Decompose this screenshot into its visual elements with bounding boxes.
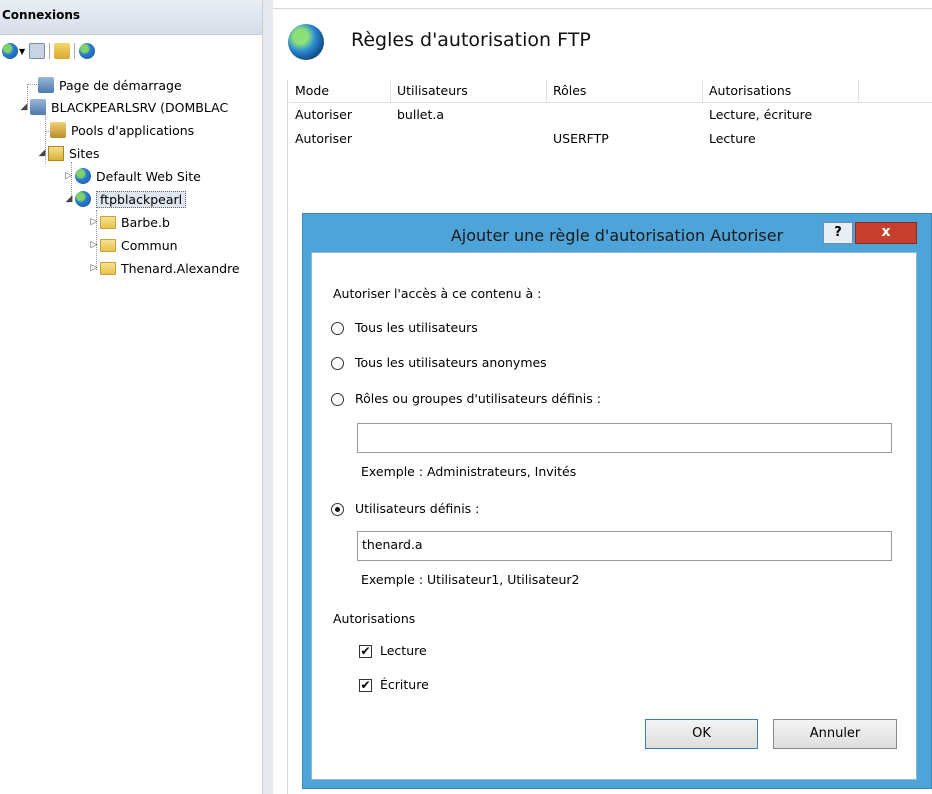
chevron-down-icon[interactable]: ▼	[19, 47, 25, 56]
read-checkbox[interactable]: ✔	[359, 645, 372, 658]
website-globe-icon	[75, 168, 91, 184]
toolbar-separator	[49, 43, 51, 59]
connections-pane: Connexions ▼ Page de démarrage ◢ BLACKPE…	[0, 0, 262, 794]
column-header-mode[interactable]: Mode	[289, 80, 391, 102]
radio-anonymous-users[interactable]	[331, 357, 344, 370]
radio-roles-label[interactable]: Rôles ou groupes d'utilisateurs définis …	[355, 391, 601, 406]
permissions-label: Autorisations	[333, 611, 416, 626]
top-divider	[273, 8, 932, 9]
write-checkbox-label[interactable]: Écriture	[380, 677, 429, 692]
connect-icon[interactable]	[2, 43, 18, 59]
connections-title: Connexions	[2, 8, 81, 22]
tree-item-app-pools[interactable]: Pools d'applications	[50, 119, 194, 141]
tree-item-server[interactable]: ◢ BLACKPEARLSRV (DOMBLAC	[18, 96, 228, 118]
cell-mode: Autoriser	[295, 107, 352, 122]
cell-permissions: Lecture	[709, 131, 756, 146]
cancel-button[interactable]: Annuler	[773, 719, 897, 749]
tree-item-sites[interactable]: ◢ Sites	[36, 142, 100, 164]
cell-roles: USERFTP	[553, 131, 609, 146]
up-folder-icon[interactable]	[54, 43, 71, 59]
toolbar-separator	[74, 43, 76, 59]
read-checkbox-label[interactable]: Lecture	[380, 643, 427, 658]
grid-header: Mode Utilisateurs Rôles Autorisations	[289, 80, 932, 103]
cell-permissions: Lecture, écriture	[709, 107, 813, 122]
tree-item-default-web-site[interactable]: ▷ Default Web Site	[63, 165, 201, 187]
access-label: Autoriser l'accès à ce contenu à :	[333, 286, 542, 301]
users-example: Exemple : Utilisateur1, Utilisateur2	[361, 572, 580, 587]
tree-item-commun[interactable]: ▷ Commun	[88, 234, 178, 256]
folder-icon	[100, 238, 116, 252]
cell-mode: Autoriser	[295, 131, 352, 146]
radio-specified-users[interactable]	[331, 503, 344, 516]
ok-button[interactable]: OK	[645, 719, 758, 749]
page-title: Règles d'autorisation FTP	[351, 29, 591, 51]
connections-header: Connexions	[0, 0, 262, 35]
expand-icon[interactable]: ▷	[88, 217, 100, 227]
folder-icon	[100, 215, 116, 229]
column-header-roles[interactable]: Rôles	[547, 80, 703, 102]
table-row[interactable]: Autoriser bullet.a Lecture, écriture	[289, 104, 932, 125]
table-row[interactable]: Autoriser USERFTP Lecture	[289, 128, 932, 149]
column-header-permissions[interactable]: Autorisations	[703, 80, 859, 102]
radio-specified-users-label[interactable]: Utilisateurs définis :	[355, 501, 479, 516]
radio-all-users-label[interactable]: Tous les utilisateurs	[355, 320, 478, 335]
dialog-body: Autoriser l'accès à ce contenu à : Tous …	[311, 252, 917, 780]
tree-item-start-page[interactable]: Page de démarrage	[26, 74, 182, 96]
connections-toolbar: ▼	[2, 40, 96, 62]
users-input[interactable]: thenard.a	[357, 531, 892, 561]
cell-roles	[547, 104, 553, 125]
expand-icon[interactable]: ▷	[88, 240, 100, 250]
start-page-icon	[38, 77, 54, 93]
folder-icon	[100, 261, 116, 275]
radio-roles[interactable]	[331, 393, 344, 406]
cell-users	[391, 128, 397, 149]
collapse-icon[interactable]: ◢	[18, 102, 30, 112]
add-allow-rule-dialog: Ajouter une règle d'autorisation Autoris…	[302, 213, 932, 789]
cell-users: bullet.a	[397, 107, 445, 122]
close-button[interactable]: x	[855, 222, 917, 244]
tree-item-ftpblackpearl[interactable]: ◢ ftpblackpearl	[63, 188, 187, 210]
tree-item-barbe[interactable]: ▷ Barbe.b	[88, 211, 170, 233]
radio-anonymous-users-label[interactable]: Tous les utilisateurs anonymes	[355, 355, 547, 370]
sites-folder-icon	[48, 145, 64, 161]
ftp-globe-icon	[288, 24, 324, 60]
expand-icon[interactable]: ▷	[88, 263, 100, 273]
server-icon	[30, 99, 46, 115]
grid-border	[287, 80, 288, 794]
collapse-icon[interactable]: ◢	[36, 148, 48, 158]
collapse-icon[interactable]: ◢	[63, 194, 75, 204]
help-button[interactable]: ?	[823, 222, 853, 244]
disconnect-icon[interactable]	[79, 43, 96, 59]
website-globe-icon	[75, 191, 91, 207]
column-header-users[interactable]: Utilisateurs	[391, 80, 547, 102]
roles-example: Exemple : Administrateurs, Invités	[361, 464, 577, 479]
expand-icon[interactable]: ▷	[63, 171, 75, 181]
write-checkbox[interactable]: ✔	[359, 679, 372, 692]
save-icon[interactable]	[29, 43, 46, 59]
tree-item-thenard[interactable]: ▷ Thenard.Alexandre	[88, 257, 240, 279]
app-pools-icon	[50, 122, 66, 138]
radio-all-users[interactable]	[331, 322, 344, 335]
roles-input[interactable]	[357, 423, 892, 453]
